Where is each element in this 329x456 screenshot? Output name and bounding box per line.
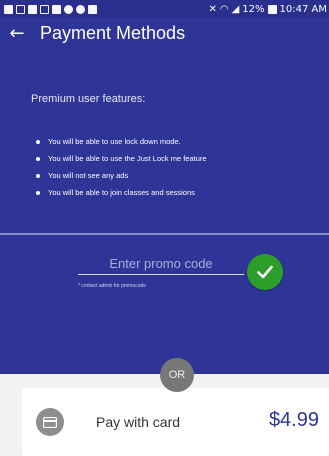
pay-with-card-label: Pay with card [96,414,181,430]
notification-icon [40,4,49,14]
battery-icon [267,4,277,14]
list-item: You will be able to join classes and ses… [36,187,207,204]
system-icons: ✕ ◠ ◢ 12% 10:47 AM [208,4,327,15]
promo-hint: * contact admin for promocode [78,283,147,289]
app-bar: ← Payment Methods [0,18,329,48]
card-price: $4.99 [268,409,319,431]
promo-code-input[interactable] [78,253,244,275]
page-title: Payment Methods [40,22,186,43]
promo-field [78,253,244,275]
status-bar: ✕ ◠ ◢ 12% 10:47 AM [0,0,329,18]
premium-features-title: Premium user features: [31,93,146,105]
shield-icon [88,4,97,14]
message-icon [28,4,37,14]
check-icon [257,265,273,279]
notification-icon [76,4,85,14]
or-separator: OR [160,358,194,392]
wifi-icon: ◠ [219,3,229,15]
apply-promo-button[interactable] [247,254,283,290]
signal-icon: ◢ [231,3,240,15]
premium-features-list: You will be able to use lock down mode. … [36,136,207,204]
divider [0,233,329,235]
back-button[interactable]: ← [0,18,34,48]
list-item: You will be able to use lock down mode. [36,136,207,153]
notification-icon [4,4,13,14]
battery-percent: 12% [242,3,265,15]
clock: 10:47 AM [279,3,327,15]
arrow-left-icon: ← [9,22,25,44]
notification-icon [16,4,25,14]
credit-card-icon [43,416,57,428]
notification-icon [52,4,61,14]
notification-icons [4,4,97,14]
list-item: You will be able to use the Just Lock me… [36,153,207,170]
pay-with-card-option[interactable]: Pay with card $4.99 [22,388,329,456]
list-item: You will not see any ads [36,170,207,187]
mute-icon: ✕ [208,3,217,15]
card-icon-container [36,408,64,436]
notification-icon [64,4,73,14]
